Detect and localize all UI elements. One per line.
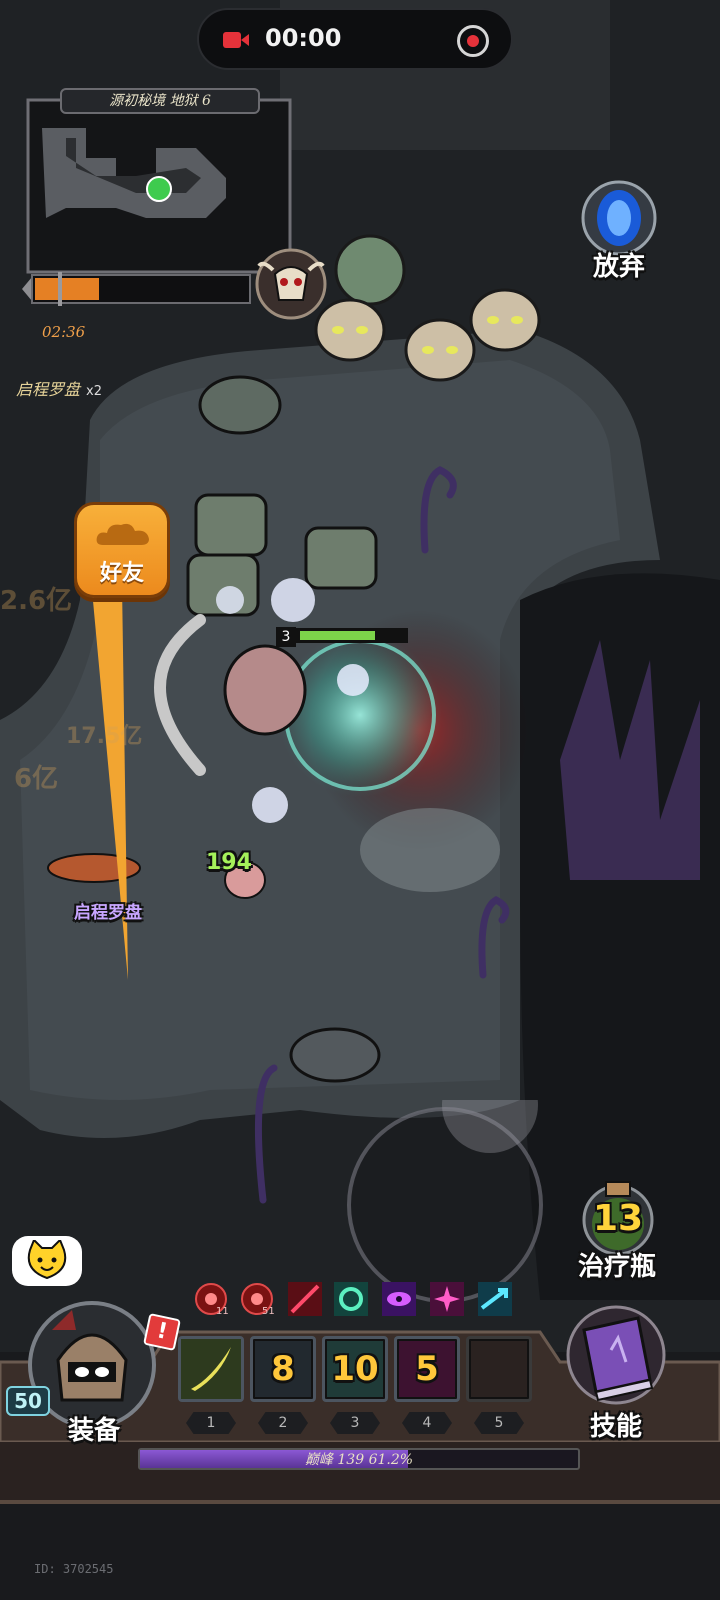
stage-progress-bar bbox=[22, 272, 251, 306]
skill-book-icon[interactable] bbox=[556, 1300, 676, 1410]
potion-count: 13 bbox=[592, 1198, 644, 1239]
xp-percent: 61.2% bbox=[368, 1452, 414, 1468]
pink-burst-icon bbox=[430, 1282, 464, 1316]
green-swirl-icon bbox=[334, 1282, 368, 1316]
xp-bar: 巅峰 139 61.2% bbox=[138, 1448, 580, 1470]
active-buff-label: 启程罗盘 x2 bbox=[16, 376, 102, 400]
friend-button[interactable]: 好友 bbox=[74, 502, 170, 598]
player-map-marker bbox=[146, 176, 172, 202]
portal-icon bbox=[581, 180, 657, 256]
skill-slot-1[interactable] bbox=[178, 1336, 244, 1402]
ghost-damage-number: 2.6亿 bbox=[0, 586, 73, 616]
red-slash-icon bbox=[288, 1282, 322, 1316]
abandon-label: 放弃 bbox=[592, 252, 645, 282]
slot-index: 5 bbox=[474, 1412, 524, 1434]
skills-label[interactable]: 技能 bbox=[576, 1406, 656, 1443]
player-hp-fill bbox=[300, 631, 375, 640]
slot-index: 4 bbox=[402, 1412, 452, 1434]
skill-slot-5[interactable] bbox=[466, 1336, 532, 1402]
skill-cooldown: 5 bbox=[415, 1349, 439, 1389]
skill-slot-3[interactable]: 10 bbox=[322, 1336, 388, 1402]
slot-index: 3 bbox=[330, 1412, 380, 1434]
stage-timer: 02:36 bbox=[42, 323, 86, 341]
buff-count: x2 bbox=[86, 384, 102, 399]
slot-index: 2 bbox=[258, 1412, 308, 1434]
cyan-arrow-icon bbox=[478, 1282, 512, 1316]
boss-skull-icon[interactable] bbox=[253, 246, 329, 322]
slot-index: 1 bbox=[186, 1412, 236, 1434]
movement-joystick[interactable] bbox=[340, 1100, 550, 1310]
friend-label: 好友 bbox=[99, 561, 144, 586]
skill-cooldown: 8 bbox=[271, 1349, 295, 1389]
xp-label: 巅峰 139 bbox=[304, 1452, 365, 1468]
purple-eye-icon bbox=[382, 1282, 416, 1316]
wind-blade-icon bbox=[181, 1339, 241, 1399]
player-level-tag: 3 bbox=[276, 627, 296, 647]
stop-recording-button[interactable] bbox=[457, 25, 489, 57]
video-camera-icon bbox=[223, 32, 249, 48]
npc-name-label: 启程罗盘 bbox=[74, 903, 142, 923]
skill-slot-2[interactable]: 8 bbox=[250, 1336, 316, 1402]
skill-slot-4[interactable]: 5 bbox=[394, 1336, 460, 1402]
potion-label: 治疗瓶 bbox=[577, 1252, 656, 1282]
buff-stack: 51 bbox=[262, 1306, 275, 1317]
equip-label[interactable]: 装备 bbox=[58, 1410, 130, 1447]
xp-text: 巅峰 139 61.2% bbox=[140, 1449, 578, 1469]
skill-cooldown: 10 bbox=[331, 1349, 379, 1389]
hero-level-badge: 50 bbox=[6, 1386, 50, 1416]
damage-number: 194 bbox=[206, 850, 252, 875]
stage-title: 源初秘境 地狱 6 bbox=[60, 88, 260, 114]
cloud-icon bbox=[96, 523, 149, 545]
player-id: ID: 3702545 bbox=[34, 1562, 114, 1576]
screen-recorder-pill[interactable]: 00:00 bbox=[197, 8, 513, 70]
ghost-damage-number: 17.5亿 bbox=[66, 724, 143, 749]
ghost-damage-number: 6亿 bbox=[14, 764, 59, 794]
abandon-button[interactable]: 放弃 bbox=[578, 180, 660, 284]
buff-stack: 11 bbox=[216, 1306, 229, 1317]
buff-name: 启程罗盘 bbox=[16, 380, 81, 399]
chat-button[interactable] bbox=[12, 1236, 82, 1286]
cat-face-icon bbox=[27, 1240, 67, 1280]
equipment-alert-badge: ! bbox=[143, 1313, 181, 1351]
healing-potion-button[interactable]: 13 治疗瓶 bbox=[562, 1176, 672, 1282]
recording-timer: 00:00 bbox=[265, 24, 342, 52]
